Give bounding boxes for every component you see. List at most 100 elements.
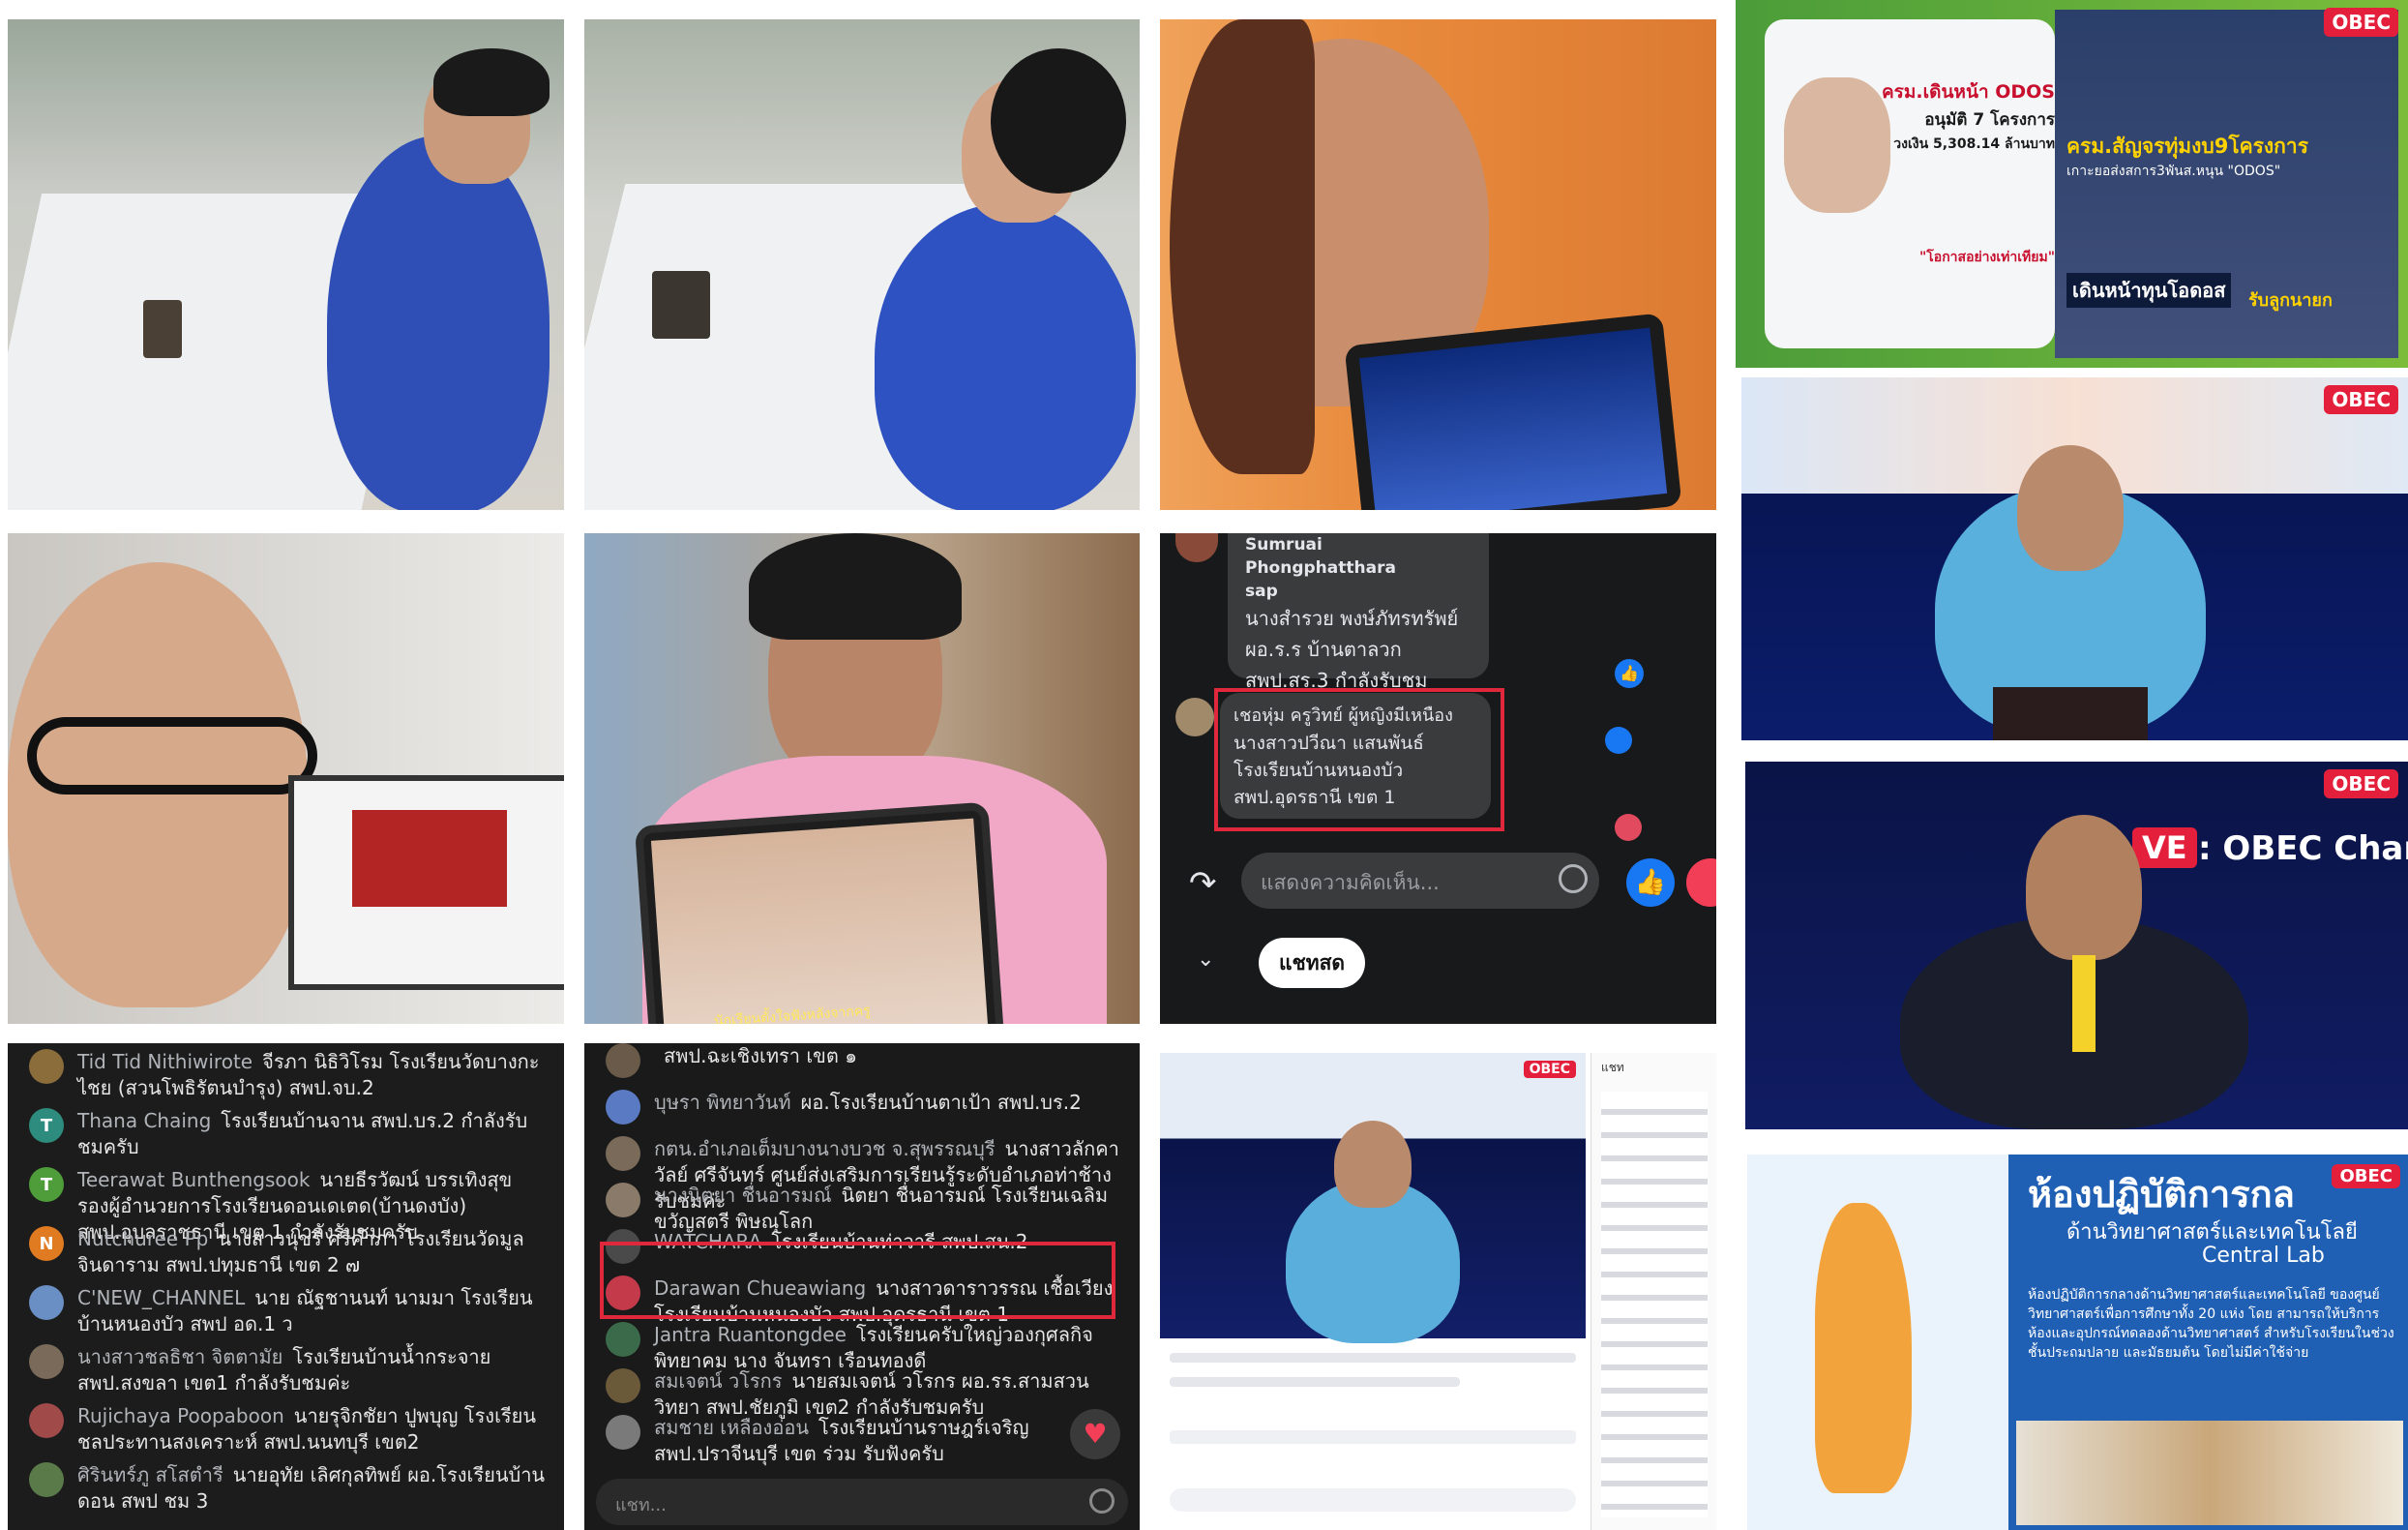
chat-row: นางสาวชลธิชา จิตตามัย โรงเรียนบ้านน้ำกระจ… — [29, 1344, 547, 1396]
sub-banner: เกาะยอส่งสการ3พันส.หนุน "ODOS" — [2066, 164, 2281, 179]
speaker-head — [2017, 445, 2124, 571]
chat-author[interactable]: C'NEW_CHANNEL — [77, 1286, 245, 1309]
live-chat-button[interactable]: แชทสด — [1259, 938, 1365, 988]
teacher-hair — [1170, 19, 1315, 474]
photo-selfie-laptop — [8, 533, 564, 1024]
chat-row: T Thana Chaing โรงเรียนบ้านจาน สพป.บร.2 กำ… — [29, 1108, 547, 1160]
comment-1-line-2: ผอ.ร.ร บ้านตาลวก — [1245, 638, 1402, 661]
central-lab-graphic: ห้องปฏิบัติการกล ด้านวิทยาศาสตร์และเทคโน… — [1747, 1155, 2408, 1530]
chat-row: C'NEW_CHANNEL นาย ณัฐชานนท์ นามมา โรงเรีย… — [29, 1285, 547, 1337]
video-meta-bar — [1170, 1353, 1576, 1363]
chat-author[interactable]: Rujichaya Poopaboon — [77, 1404, 284, 1427]
chat-message: สมชาย เหลืองอ่อน โรงเรียนบ้านราษฎร์เจริญ … — [654, 1415, 1122, 1467]
fb-live-screenshot: OBEC แชท — [1160, 1043, 1716, 1530]
avatar[interactable] — [29, 1049, 64, 1084]
chat-message: Thana Chaing โรงเรียนบ้านจาน สพป.บร.2 กำล… — [77, 1108, 547, 1160]
chat-row: สพป.ฉะเชิงเทรา เขต ๑ — [606, 1043, 1122, 1078]
laptop — [288, 775, 564, 990]
like-float-icon-2 — [1615, 814, 1642, 841]
avatar[interactable] — [606, 1183, 640, 1217]
commenter-avatar-1 — [1175, 533, 1218, 562]
cabinet-photo: ครม.สัญจรทุ่มงบ9โครงการ เกาะยอส่งสการ3พั… — [2055, 10, 2398, 358]
comment-1-name[interactable]: Sumruai Phongphatthara sap — [1245, 533, 1419, 603]
chat-input[interactable]: แชท... — [596, 1479, 1128, 1525]
avatar[interactable] — [29, 1462, 64, 1497]
chat-row: Rujichaya Poopaboon นายรุจิกชัยา ปูพบุญ โ… — [29, 1403, 547, 1455]
avatar[interactable] — [606, 1136, 640, 1171]
chat-row: Tid Tid Nithiwirote จีรภา นิธิวิโรม โรงเร… — [29, 1049, 547, 1101]
chat-row: Jantra Ruantongdee โรงเรียนครับใหญ่วองกุศ… — [606, 1322, 1122, 1374]
teacher-figure — [875, 203, 1136, 510]
chat-message: Nutchuree Pp นางสาวนุชรี ศรีคำภา โรงเรียน… — [77, 1226, 547, 1278]
heart-reaction-button[interactable]: ♥ — [1070, 1409, 1120, 1459]
side-chat-column: แชท — [1590, 1053, 1716, 1530]
video-meta-bar-2 — [1170, 1377, 1460, 1387]
banner: ครม.สัญจรทุ่มงบ9โครงการ — [2066, 135, 2308, 158]
ticker-2: รับลูกนายก — [2248, 290, 2333, 311]
chat-author[interactable]: Tid Tid Nithiwirote — [77, 1050, 253, 1073]
avatar[interactable] — [29, 1403, 64, 1438]
share-icon[interactable]: ↷ — [1189, 864, 1217, 903]
chevron-down-icon[interactable]: ⌄ — [1197, 947, 1214, 972]
chat-author[interactable]: นางนิตยา ชื่นอารมณ์ — [654, 1184, 832, 1207]
obec-stage-2: VE : OBEC Char OBEC — [1745, 762, 2408, 1129]
tablet-device: นักเรียนตั้งใจฟังหลังจากครู — [634, 801, 1005, 1024]
live-badge: VE — [2132, 827, 2197, 868]
headline-1: ครม.เดินหน้า ODOS — [1881, 81, 2055, 103]
side-chat-lines — [1601, 1092, 1708, 1517]
chat-row: นางนิตยา ชื่นอารมณ์ นิตยา ชื่นอารมณ์ โรงเ… — [606, 1183, 1122, 1235]
highlight-box — [600, 1242, 1115, 1319]
side-chat-label: แชท — [1601, 1061, 1624, 1074]
emoji-icon[interactable] — [1559, 864, 1588, 893]
chat-author[interactable]: Jantra Ruantongdee — [654, 1323, 847, 1346]
like-button[interactable]: 👍 — [1626, 858, 1675, 907]
tablet-screen — [650, 818, 989, 1024]
avatar[interactable]: T — [29, 1108, 64, 1143]
chat-text: ผอ.โรงเรียนบ้านตาเป้า สพป.บร.2 — [800, 1091, 1082, 1114]
thailand-map-panel — [1747, 1155, 2008, 1530]
chat-message: บุษรา พิทยาวันท์ ผอ.โรงเรียนบ้านตาเป้า สพ… — [654, 1090, 1082, 1116]
emoji-icon[interactable] — [1089, 1488, 1115, 1514]
chat-author[interactable]: Thana Chaing — [77, 1109, 211, 1132]
news-graphic: ครม.เดินหน้า ODOS อนุมัติ 7 โครงการ วงเง… — [1736, 0, 2408, 368]
obec-logo: OBEC — [2324, 8, 2398, 37]
avatar[interactable] — [606, 1368, 640, 1403]
chat-author[interactable]: Teerawat Bunthengsook — [77, 1168, 310, 1191]
photo-teacher-desk-1 — [8, 19, 564, 510]
avatar[interactable] — [606, 1043, 640, 1078]
like-float-icon — [1605, 727, 1632, 754]
tablet-device — [652, 271, 710, 339]
chat-author[interactable]: สมเจตน์ วโรกร — [654, 1369, 783, 1393]
chat-message: Rujichaya Poopaboon นายรุจิกชัยา ปูพบุญ โ… — [77, 1403, 547, 1455]
comment-input[interactable]: แสดงความคิดเห็น... — [1241, 853, 1599, 909]
obec-logo: OBEC — [2324, 769, 2398, 798]
chat-author[interactable]: สมชาย เหลืองอ่อน — [654, 1416, 809, 1439]
avatar[interactable] — [29, 1344, 64, 1379]
avatar[interactable] — [606, 1090, 640, 1125]
podium — [1993, 687, 2148, 740]
headline-2: อนุมัติ 7 โครงการ — [1924, 110, 2055, 130]
lab-photo — [2016, 1421, 2403, 1525]
chat-author[interactable]: ศิรินทร์ภู สโสตำรี — [77, 1463, 223, 1486]
speaker-head — [1334, 1121, 1412, 1208]
photo-selfie-tablet: นักเรียนตั้งใจฟังหลังจากครู — [584, 533, 1140, 1024]
like-reaction-icon[interactable]: 👍 — [1615, 659, 1644, 688]
avatar[interactable] — [29, 1285, 64, 1320]
teacher-hair — [433, 48, 550, 116]
teacher-hair — [991, 48, 1126, 194]
chat-message: Jantra Ruantongdee โรงเรียนครับใหญ่วองกุศ… — [654, 1322, 1122, 1374]
comment-box[interactable] — [1170, 1488, 1576, 1512]
headline-4: "โอกาสอย่างเท่าเทียม" — [1918, 250, 2055, 265]
obec-stage-1: OBEC — [1741, 377, 2408, 740]
chat-author[interactable]: Nutchuree Pp — [77, 1227, 208, 1250]
heart-button[interactable] — [1686, 858, 1716, 907]
glasses — [27, 717, 317, 795]
live-chat-panel-1: Tid Tid Nithiwirote จีรภา นิธิวิโรม โรงเร… — [8, 1043, 564, 1530]
chat-author[interactable]: กตน.อำเภอเต็มบางนางบวช จ.สุพรรณบุรี — [654, 1137, 996, 1160]
chat-author[interactable]: บุษรา พิทยาวันท์ — [654, 1091, 791, 1114]
chat-author[interactable]: นางสาวชลธิชา จิตตามัย — [77, 1345, 282, 1368]
avatar[interactable] — [606, 1415, 640, 1450]
avatar[interactable]: T — [29, 1167, 64, 1202]
avatar[interactable] — [606, 1322, 640, 1357]
avatar[interactable]: N — [29, 1226, 64, 1261]
